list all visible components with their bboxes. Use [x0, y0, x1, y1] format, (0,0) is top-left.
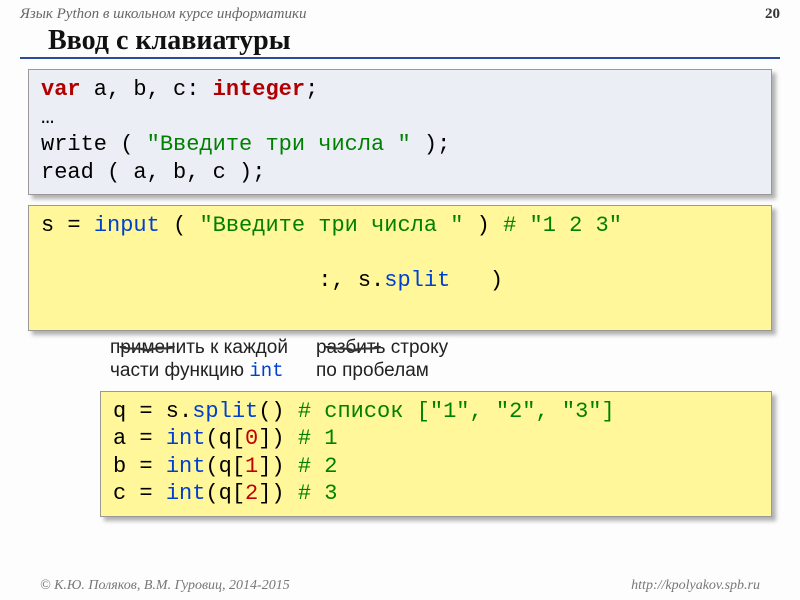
annotation-row: ⏟ применить к каждой части функцию int ⏟… — [0, 337, 800, 383]
code-line: read ( a, b, c ); — [41, 159, 759, 187]
code-line: var a, b, c: integer; — [41, 76, 759, 104]
code-line: b = int(q[1]) # 2 — [113, 453, 759, 481]
code-line: :, s.split ) — [41, 240, 759, 323]
code-line: q = s.split() # список ["1", "2", "3"] — [113, 398, 759, 426]
page-number: 20 — [765, 6, 780, 23]
annotation-right: ⏟ разбить строку по пробелам — [316, 337, 448, 383]
brace-icon: ⏟ — [324, 323, 382, 352]
python-code-box-1: s = input ( "Введите три числа " ) # "1 … — [28, 205, 772, 331]
python-code-box-2: q = s.split() # список ["1", "2", "3"] a… — [100, 391, 772, 517]
code-line: a = int(q[0]) # 1 — [113, 425, 759, 453]
annotation-left: ⏟ применить к каждой части функцию int — [110, 337, 288, 383]
course-name: Язык Python в школьном курсе информатики — [20, 6, 307, 23]
slide-header: Язык Python в школьном курсе информатики… — [0, 0, 800, 25]
slide-title: Ввод с клавиатуры — [20, 25, 780, 59]
footer-url: http://kpolyakov.spb.ru — [631, 578, 760, 594]
copyright: © К.Ю. Поляков, В.М. Гуровиц, 2014-2015 — [40, 578, 290, 594]
code-line: … — [41, 104, 759, 132]
brace-icon: ⏟ — [118, 323, 176, 352]
code-line: s = input ( "Введите три числа " ) # "1 … — [41, 212, 759, 240]
code-line: c = int(q[2]) # 3 — [113, 480, 759, 508]
slide-footer: © К.Ю. Поляков, В.М. Гуровиц, 2014-2015 … — [0, 578, 800, 594]
pascal-code-box: var a, b, c: integer; … write ( "Введите… — [28, 69, 772, 195]
code-line: write ( "Введите три числа " ); — [41, 131, 759, 159]
